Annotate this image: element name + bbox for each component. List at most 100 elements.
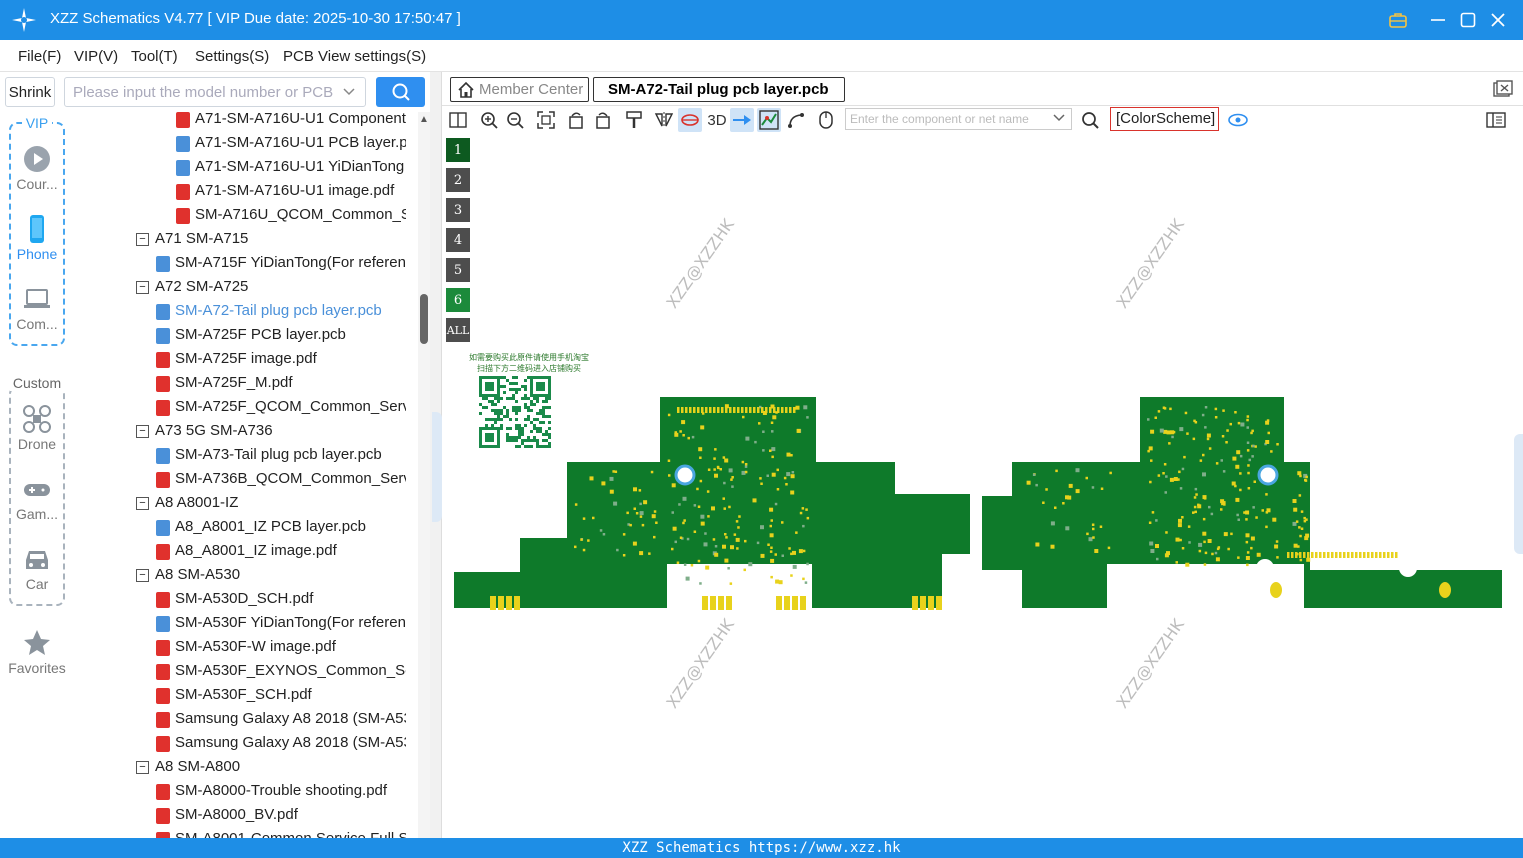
fit-view-icon[interactable]	[534, 108, 558, 132]
scroll-thumb[interactable]	[420, 294, 428, 344]
tree-file[interactable]: A71-SM-A716U-U1 PCB layer.pc	[74, 132, 406, 156]
tree-file[interactable]: A71-SM-A716U-U1 image.pdf	[74, 180, 406, 204]
tree-file[interactable]: SM-A725F PCB layer.pcb	[74, 324, 406, 348]
tree-file[interactable]: SM-A530F_EXYNOS_Common_Serv	[74, 660, 406, 684]
close-all-tabs-icon[interactable]	[1493, 80, 1513, 98]
menu-pcb-view-settings[interactable]: PCB View settings(S)	[283, 48, 426, 65]
colorscheme-button[interactable]: [ColorScheme]	[1110, 107, 1219, 131]
pcb-pad	[1215, 557, 1220, 562]
tree-file[interactable]: SM-A725F image.pdf	[74, 348, 406, 372]
rail-item-label: Phone	[16, 246, 58, 262]
collapse-toggle-icon[interactable]: −	[136, 761, 149, 774]
tree-file[interactable]: SM-A715F YiDianTong(For referen	[74, 252, 406, 276]
pcb-pad	[1223, 503, 1226, 506]
side-panel-toggle-icon[interactable]	[1484, 108, 1508, 132]
minimize-button[interactable]	[1426, 8, 1450, 32]
zoom-in-icon[interactable]	[477, 108, 501, 132]
view-3d-button[interactable]: 3D	[704, 108, 730, 132]
tree-file[interactable]: Samsung Galaxy A8 2018 (SM-A53	[74, 708, 406, 732]
right-panel-handle[interactable]	[1514, 434, 1523, 554]
rotate-right-icon[interactable]	[591, 108, 615, 132]
tree-folder[interactable]: − A8 SM-A800	[74, 756, 406, 780]
tree-file[interactable]: SM-A73-Tail plug pcb layer.pcb	[74, 444, 406, 468]
menu-settings[interactable]: Settings(S)	[195, 48, 269, 65]
search-button[interactable]	[376, 77, 425, 107]
eye-icon[interactable]	[1226, 108, 1250, 132]
tree-file[interactable]: SM-A530F YiDianTong(For referen	[74, 612, 406, 636]
tree-file[interactable]: SM-A8000_BV.pdf	[74, 804, 406, 828]
mirror-icon[interactable]	[652, 108, 676, 132]
tree-folder[interactable]: − A71 SM-A715	[74, 228, 406, 252]
pcb-pad	[760, 525, 764, 530]
tree-file[interactable]: SM-A736B_QCOM_Common_Servic	[74, 468, 406, 492]
maximize-button[interactable]	[1456, 8, 1480, 32]
model-search-input[interactable]: Please input the model number or PCB	[64, 77, 366, 107]
rail-item-computer[interactable]: Com...	[0, 284, 74, 332]
collapse-toggle-icon[interactable]: −	[136, 281, 149, 294]
paint-brush-icon[interactable]	[622, 108, 646, 132]
pcb-board-drawing[interactable]	[442, 134, 1523, 838]
collapse-toggle-icon[interactable]: −	[136, 233, 149, 246]
tab-active-pcb-file[interactable]: SM-A72-Tail plug pcb layer.pcb	[593, 77, 845, 102]
component-search-input[interactable]: Enter the component or net name	[845, 108, 1072, 130]
rail-item-car[interactable]: Car	[0, 544, 74, 592]
tree-scrollbar[interactable]: ▲	[418, 112, 430, 838]
pin-highlight-icon[interactable]	[730, 108, 754, 132]
component-search-icon[interactable]	[1078, 108, 1102, 132]
tab-member-center[interactable]: Member Center	[450, 77, 589, 102]
pcb-board-left	[454, 397, 895, 608]
tree-file[interactable]: SM-A530F-W image.pdf	[74, 636, 406, 660]
close-button[interactable]	[1486, 8, 1510, 32]
scroll-up-icon[interactable]: ▲	[419, 114, 429, 125]
collapse-toggle-icon[interactable]: −	[136, 425, 149, 438]
rotate-left-icon[interactable]	[564, 108, 588, 132]
tree-file[interactable]: SM-A716U_QCOM_Common_Se	[74, 204, 406, 228]
tree-file[interactable]: A71-SM-A716U-U1 Component	[74, 112, 406, 132]
pcb-pad	[1230, 532, 1233, 536]
chevron-down-icon[interactable]	[1053, 111, 1065, 126]
pcb-canvas[interactable]: 1 2 3 4 5 6 ALL 如需要购买此原件请使用手机淘宝 扫描下方二维码进…	[442, 134, 1523, 838]
tree-file[interactable]: Samsung Galaxy A8 2018 (SM-A53	[74, 732, 406, 756]
pcb-pad	[1265, 440, 1270, 444]
zoom-out-icon[interactable]	[503, 108, 527, 132]
tree-file[interactable]: SM-A72-Tail plug pcb layer.pcb	[74, 300, 406, 324]
collapse-toggle-icon[interactable]: −	[136, 497, 149, 510]
collapse-toggle-icon[interactable]: −	[136, 569, 149, 582]
tree-file[interactable]: SM-A725F_QCOM_Common_Servic	[74, 396, 406, 420]
tree-file[interactable]: SM-A8001-Common Service Full S	[74, 828, 406, 838]
pcb-pad	[1175, 537, 1180, 542]
rail-item-games[interactable]: Gam...	[0, 474, 74, 522]
menu-tool[interactable]: Tool(T)	[131, 48, 178, 65]
trace-route-icon[interactable]	[784, 108, 808, 132]
tree-file[interactable]: A71-SM-A716U-U1 YiDianTong	[74, 156, 406, 180]
rail-item-phone[interactable]: Phone	[0, 214, 74, 262]
menu-vip[interactable]: VIP(V)	[74, 48, 118, 65]
pcb-pad	[1256, 552, 1261, 557]
tree-folder[interactable]: − A73 5G SM-A736	[74, 420, 406, 444]
tree-item-label: SM-A725F PCB layer.pcb	[175, 326, 346, 343]
tree-item-label: SM-A530F YiDianTong(For referen	[175, 614, 406, 631]
tree-folder[interactable]: − A8 A8001-IZ	[74, 492, 406, 516]
net-map-icon[interactable]	[757, 108, 781, 132]
tree-file[interactable]: A8_A8001_IZ image.pdf	[74, 540, 406, 564]
mouse-mode-icon[interactable]	[814, 108, 838, 132]
tree-file[interactable]: SM-A530D_SCH.pdf	[74, 588, 406, 612]
rail-item-courses[interactable]: Cour...	[0, 144, 74, 192]
flip-board-icon[interactable]	[678, 108, 702, 132]
tree-file[interactable]: A8_A8001_IZ PCB layer.pcb	[74, 516, 406, 540]
shrink-button[interactable]: Shrink	[5, 77, 55, 107]
pcb-contact-pad	[514, 596, 520, 610]
tree-file[interactable]: SM-A530F_SCH.pdf	[74, 684, 406, 708]
vip-bag-icon[interactable]	[1386, 8, 1410, 32]
rail-item-favorites[interactable]: Favorites	[0, 628, 74, 676]
tree-folder[interactable]: − A8 SM-A530	[74, 564, 406, 588]
tree-file[interactable]: SM-A725F_M.pdf	[74, 372, 406, 396]
tree-file[interactable]: SM-A8000-Trouble shooting.pdf	[74, 780, 406, 804]
chevron-down-icon[interactable]	[343, 84, 355, 101]
collapse-panel-handle[interactable]	[432, 412, 442, 522]
split-view-icon[interactable]	[446, 108, 470, 132]
menu-file[interactable]: File(F)	[18, 48, 61, 65]
panel-splitter[interactable]	[430, 72, 442, 838]
tree-folder[interactable]: − A72 SM-A725	[74, 276, 406, 300]
rail-item-drone[interactable]: Drone	[0, 404, 74, 452]
